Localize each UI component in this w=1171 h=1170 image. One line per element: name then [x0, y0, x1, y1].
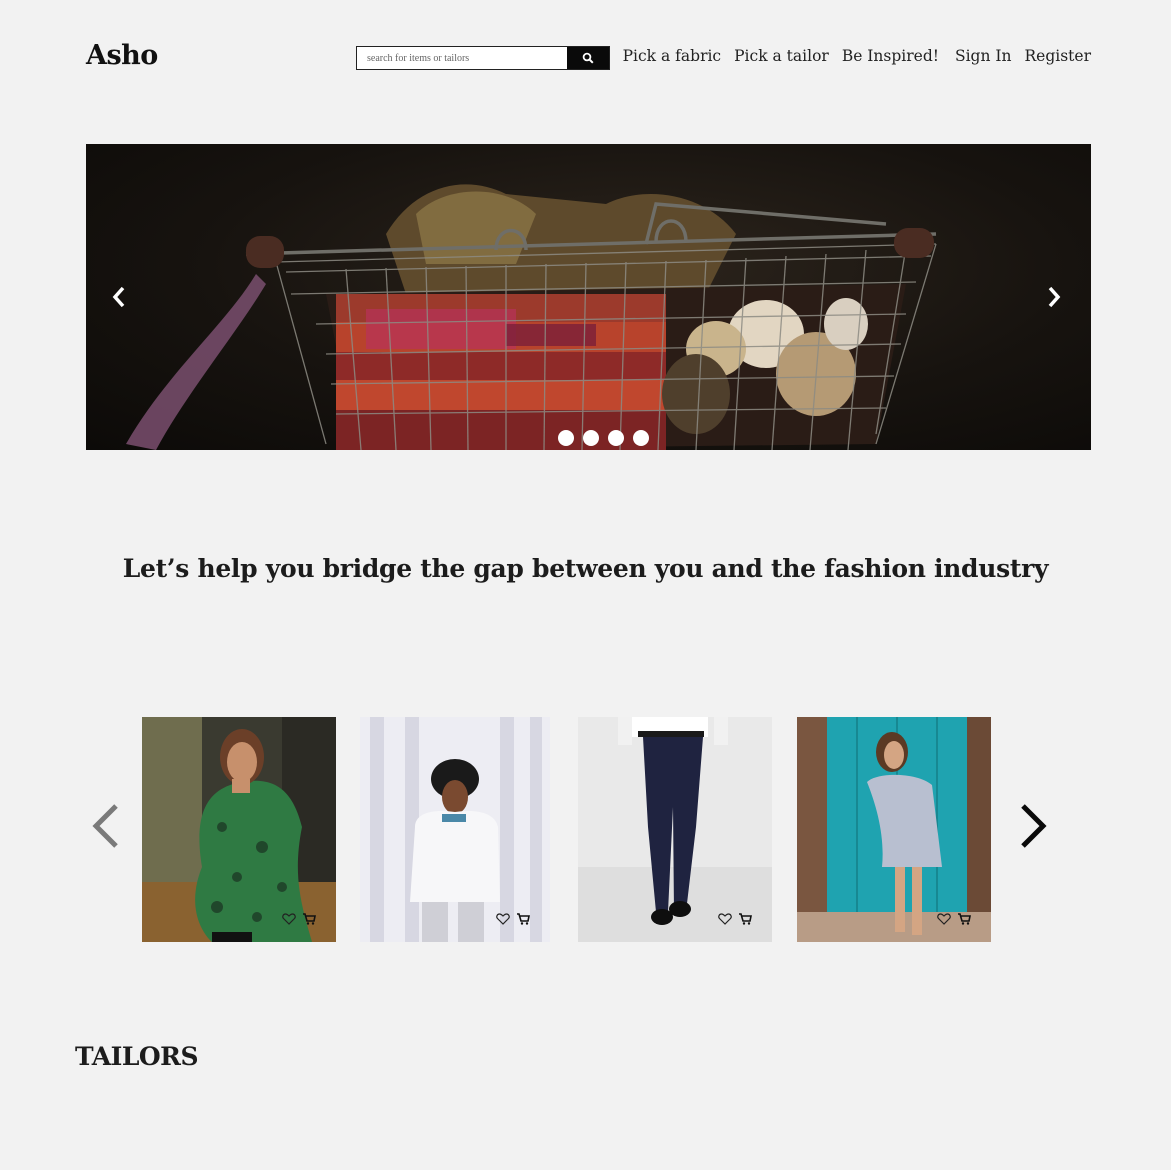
- hero-carousel: [86, 144, 1091, 450]
- search-bar: [356, 46, 610, 70]
- cart-icon[interactable]: [302, 910, 316, 925]
- cart-icon[interactable]: [738, 910, 752, 925]
- products-next-button[interactable]: [1014, 800, 1054, 852]
- hero-slide-indicators: [558, 430, 649, 446]
- heart-icon[interactable]: [496, 910, 510, 925]
- slide-dot-1[interactable]: [558, 430, 574, 446]
- products-prev-button[interactable]: [85, 800, 125, 852]
- nav-pick-fabric[interactable]: Pick a fabric: [623, 47, 722, 65]
- search-icon: [582, 52, 594, 64]
- product-image: [797, 717, 991, 942]
- product-image: [578, 717, 772, 942]
- slide-dot-3[interactable]: [608, 430, 624, 446]
- product-actions: [937, 910, 971, 925]
- nav-pick-tailor[interactable]: Pick a tailor: [734, 47, 829, 65]
- chevron-right-icon: [1021, 804, 1047, 848]
- slide-dot-4[interactable]: [633, 430, 649, 446]
- heart-icon[interactable]: [282, 910, 296, 925]
- hero-image: [126, 184, 937, 450]
- product-card-2[interactable]: [360, 717, 550, 942]
- nav-sign-in[interactable]: Sign In: [955, 47, 1012, 65]
- tailors-heading: TAILORS: [75, 1042, 199, 1071]
- chevron-right-icon: [1048, 286, 1061, 308]
- product-card-4[interactable]: [797, 717, 991, 942]
- brand-logo[interactable]: Asho: [86, 40, 158, 71]
- cart-icon[interactable]: [516, 910, 530, 925]
- main-nav: Pick a fabric Pick a tailor Be Inspired!…: [623, 47, 1091, 65]
- hero-prev-button[interactable]: [104, 282, 134, 312]
- nav-be-inspired[interactable]: Be Inspired!: [842, 47, 939, 65]
- product-actions: [282, 910, 316, 925]
- tagline: Let’s help you bridge the gap between yo…: [122, 554, 1049, 583]
- cart-icon[interactable]: [957, 910, 971, 925]
- product-actions: [496, 910, 530, 925]
- search-button[interactable]: [567, 47, 609, 69]
- product-actions: [718, 910, 752, 925]
- chevron-left-icon: [112, 286, 125, 308]
- heart-icon[interactable]: [937, 910, 951, 925]
- product-card-1[interactable]: [142, 717, 336, 942]
- heart-icon[interactable]: [718, 910, 732, 925]
- nav-register[interactable]: Register: [1025, 47, 1092, 65]
- chevron-left-icon: [92, 804, 118, 848]
- slide-dot-2[interactable]: [583, 430, 599, 446]
- search-input[interactable]: [357, 47, 567, 69]
- hero-next-button[interactable]: [1039, 282, 1069, 312]
- product-card-3[interactable]: [578, 717, 772, 942]
- product-image: [142, 717, 336, 942]
- product-image: [360, 717, 550, 942]
